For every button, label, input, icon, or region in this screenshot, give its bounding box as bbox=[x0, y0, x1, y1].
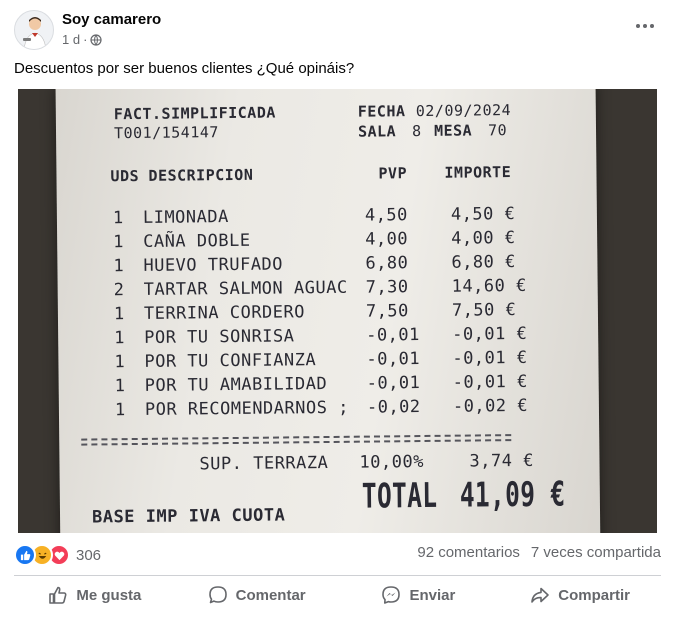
comment-label: Comentar bbox=[235, 586, 306, 604]
receipt-item-uds: 1 bbox=[112, 208, 124, 229]
receipt-item-pvp: 4,50 bbox=[364, 205, 408, 226]
receipt-item-importe: 14,60 € bbox=[451, 275, 527, 297]
page-avatar[interactable] bbox=[14, 10, 54, 50]
receipt-item-pvp: -0,01 bbox=[366, 349, 421, 370]
page-name[interactable]: Soy camarero bbox=[62, 11, 161, 28]
receipt-item-pvp: -0,01 bbox=[366, 325, 420, 346]
receipt-item-importe: 4,00 € bbox=[451, 228, 516, 249]
shares-count-link[interactable]: 7 veces compartida bbox=[531, 544, 661, 561]
messenger-icon bbox=[382, 586, 401, 604]
receipt-item-importe: -0,01 € bbox=[452, 323, 528, 345]
send-label: Enviar bbox=[409, 586, 456, 604]
receipt-item-uds: 1 bbox=[114, 376, 126, 397]
share-arrow-icon bbox=[531, 587, 550, 603]
receipt-item-uds: 1 bbox=[114, 328, 126, 349]
base-label: BASE IMP IVA CUOTA bbox=[91, 505, 286, 528]
receipt-item-uds: 2 bbox=[113, 280, 125, 301]
receipt-item-importe: 7,50 € bbox=[451, 300, 517, 321]
receipt-item-pvp: -0,02 bbox=[366, 397, 421, 418]
receipt-item-desc: CAÑA DOBLE bbox=[143, 230, 251, 252]
share-button[interactable]: Compartir bbox=[499, 576, 661, 614]
sup-pct: 10,00% bbox=[359, 452, 425, 473]
receipt-item-desc: POR TU CONFIANZA bbox=[144, 350, 317, 372]
receipt-item-uds: 1 bbox=[113, 304, 125, 325]
col-uds: UDS bbox=[110, 166, 140, 186]
post-stats: 306 92 comentarios 7 veces compartida bbox=[14, 544, 661, 566]
receipt-item-pvp: 7,30 bbox=[365, 277, 409, 298]
waiter-avatar-icon bbox=[23, 17, 47, 49]
col-pvp: PVP bbox=[378, 164, 408, 183]
receipt-item-uds: 1 bbox=[114, 352, 126, 373]
receipt-item-pvp: 7,50 bbox=[365, 301, 409, 322]
receipt-item-pvp: 4,00 bbox=[365, 229, 409, 250]
send-button[interactable]: Enviar bbox=[338, 576, 500, 614]
like-label: Me gusta bbox=[76, 586, 142, 604]
receipt-item-importe: 4,50 € bbox=[450, 204, 516, 225]
receipt-item-desc: LIMONADA bbox=[142, 207, 229, 228]
like-button[interactable]: Me gusta bbox=[14, 576, 176, 614]
receipt-item-uds: 1 bbox=[114, 400, 126, 421]
share-label: Compartir bbox=[558, 586, 630, 604]
post-meta: 1 d · bbox=[62, 32, 103, 47]
dot-icon bbox=[636, 24, 640, 28]
receipt-item-pvp: -0,01 bbox=[366, 373, 421, 394]
receipt-item-importe: 6,80 € bbox=[451, 252, 516, 273]
receipt-number: T001/154147 bbox=[113, 123, 219, 143]
thumbs-up-icon bbox=[49, 586, 67, 604]
comment-icon bbox=[208, 586, 227, 604]
col-desc: DESCRIPCION bbox=[148, 165, 254, 185]
sup-amount: 3,74 € bbox=[469, 450, 535, 472]
receipt-item-importe: -0,02 € bbox=[452, 395, 529, 417]
receipt-title: FACT.SIMPLIFICADA bbox=[113, 103, 276, 124]
receipt-item-uds: 1 bbox=[113, 256, 125, 277]
dot-icon bbox=[650, 24, 654, 28]
receipt-item-desc: TERRINA CORDERO bbox=[143, 302, 306, 324]
comment-button[interactable]: Comentar bbox=[176, 576, 338, 614]
receipt-item-desc: TARTAR SALMON AGUAC bbox=[143, 277, 348, 300]
total-value: 41,09 € bbox=[459, 474, 566, 516]
post-text: Descuentos por ser buenos clientes ¿Qué … bbox=[14, 60, 355, 77]
receipt: FACT.SIMPLIFICADA T001/154147 FECHA 02/0… bbox=[55, 89, 601, 533]
meta-separator: · bbox=[83, 32, 88, 47]
stats-right: 92 comentarios 7 veces compartida bbox=[417, 544, 661, 561]
receipt-item-desc: POR TU AMABILIDAD bbox=[144, 374, 328, 396]
col-importe: IMPORTE bbox=[444, 163, 512, 182]
fecha-label: FECHA bbox=[357, 102, 406, 121]
mesa-value: 70 bbox=[487, 121, 508, 140]
receipt-item-desc: POR RECOMENDARNOS ; bbox=[144, 397, 349, 420]
dashed-divider bbox=[81, 439, 512, 446]
receipt-item-pvp: 6,80 bbox=[365, 253, 409, 274]
receipt-item-desc: POR TU SONRISA bbox=[144, 326, 295, 348]
dot-icon bbox=[643, 24, 647, 28]
receipt-item-desc: HUEVO TRUFADO bbox=[143, 254, 284, 276]
like-reaction-icon bbox=[14, 544, 36, 566]
sala-value: 8 bbox=[411, 122, 422, 141]
receipt-item-uds: 1 bbox=[113, 232, 125, 253]
receipt-item-importe: -0,01 € bbox=[452, 347, 528, 369]
action-bar: Me gusta Comentar Enviar Compartir bbox=[14, 576, 661, 614]
sup-label: SUP. TERRAZA bbox=[199, 453, 329, 475]
more-options-button[interactable] bbox=[629, 16, 661, 36]
total-label: TOTAL bbox=[361, 475, 438, 517]
comments-count-link[interactable]: 92 comentarios bbox=[417, 544, 520, 561]
post-time[interactable]: 1 d bbox=[62, 32, 80, 47]
mesa-label: MESA bbox=[433, 121, 473, 140]
reactions-summary[interactable]: 306 bbox=[14, 544, 101, 566]
post-photo[interactable]: FACT.SIMPLIFICADA T001/154147 FECHA 02/0… bbox=[18, 89, 657, 533]
fecha-value: 02/09/2024 bbox=[415, 101, 512, 121]
receipt-item-importe: -0,01 € bbox=[452, 371, 528, 393]
reaction-count: 306 bbox=[76, 546, 102, 564]
post-header: Soy camarero 1 d · bbox=[14, 10, 661, 50]
globe-icon bbox=[90, 33, 103, 46]
sala-label: SALA bbox=[357, 122, 397, 141]
